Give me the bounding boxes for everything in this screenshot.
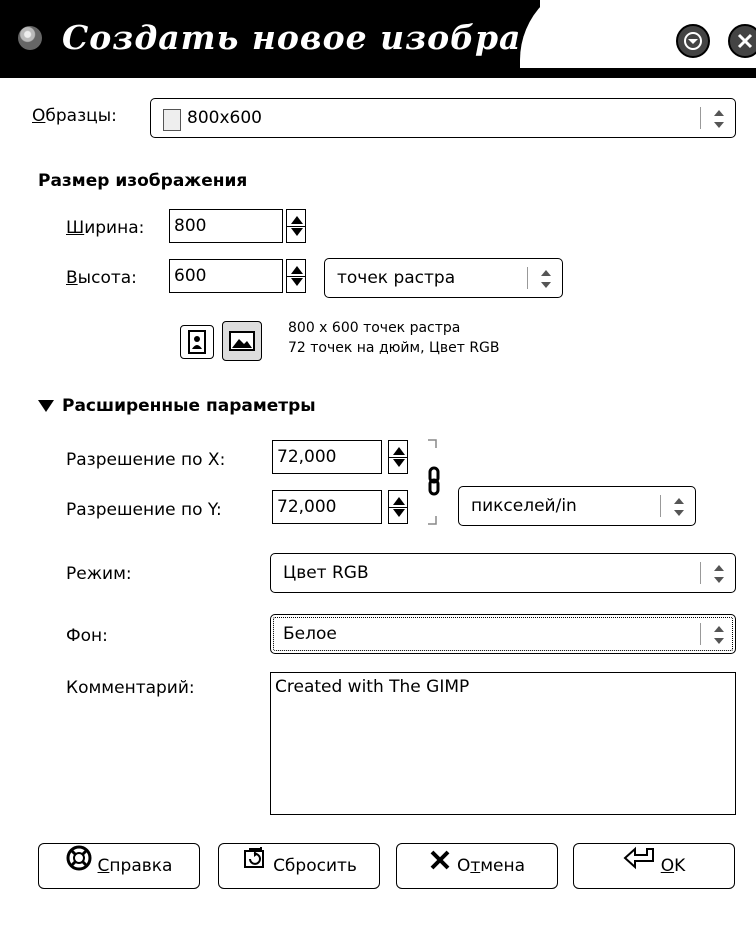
help-button[interactable]: Справка <box>38 843 200 889</box>
width-label: Ширина: <box>66 218 145 238</box>
cancel-icon <box>429 844 451 888</box>
expander-arrow-icon <box>38 400 54 412</box>
window-title: Создать новое изображение <box>62 18 660 57</box>
size-info-resolution: 72 точек на дюйм, Цвет RGB <box>288 340 500 356</box>
res-y-input[interactable]: 72,000 <box>272 490 382 524</box>
image-size-heading: Размер изображения <box>38 171 248 191</box>
height-spinner[interactable] <box>286 259 306 293</box>
comment-label: Комментарий: <box>66 678 195 698</box>
res-x-spinner[interactable] <box>388 440 408 474</box>
advanced-heading: Расширенные параметры <box>62 396 316 416</box>
title-bar[interactable]: Создать новое изображение <box>0 0 756 78</box>
res-y-spinner[interactable] <box>388 490 408 524</box>
chain-link-icon[interactable] <box>422 436 446 528</box>
advanced-expander[interactable]: Расширенные параметры <box>38 396 316 416</box>
reset-icon <box>241 844 267 888</box>
height-label: Высота: <box>66 268 137 288</box>
cancel-button[interactable]: Отмена <box>396 843 558 889</box>
size-unit-value: точек растра <box>337 268 456 288</box>
combo-arrows-icon <box>713 626 725 644</box>
combo-arrows-icon <box>713 565 725 583</box>
height-input[interactable]: 600 <box>169 259 283 293</box>
width-input[interactable]: 800 <box>169 209 283 243</box>
portrait-icon <box>188 330 206 354</box>
portrait-button[interactable] <box>180 325 214 359</box>
ok-arrow-icon <box>623 844 655 888</box>
res-unit-combo[interactable]: пикселей/in <box>458 486 696 526</box>
combo-arrows-icon <box>673 498 685 516</box>
mode-value: Цвет RGB <box>283 563 369 583</box>
res-unit-value: пикселей/in <box>471 496 577 516</box>
size-info: 800 x 600 точек растра 72 точек на дюйм,… <box>288 318 500 358</box>
shade-button[interactable] <box>676 24 710 58</box>
fill-value: Белое <box>283 624 337 644</box>
dialog-content: Образцы: 800x600 Размер изображения Шири… <box>0 78 756 933</box>
window-menu-icon[interactable] <box>18 26 42 50</box>
res-x-input[interactable]: 72,000 <box>272 440 382 474</box>
landscape-icon <box>229 331 255 351</box>
size-unit-combo[interactable]: точек растра <box>324 258 563 298</box>
res-y-label: Разрешение по Y: <box>66 500 222 520</box>
comment-textarea[interactable]: Created with The GIMP <box>270 672 736 815</box>
fill-label: Фон: <box>66 626 108 646</box>
landscape-button[interactable] <box>222 321 262 361</box>
help-lifebuoy-icon <box>66 844 92 888</box>
template-label: Образцы: <box>32 106 117 126</box>
res-x-label: Разрешение по X: <box>66 450 226 470</box>
size-info-dimensions: 800 x 600 точек растра <box>288 320 461 336</box>
image-template-icon <box>163 109 181 131</box>
template-value: 800x600 <box>187 108 262 128</box>
ok-button[interactable]: OK <box>573 843 735 889</box>
mode-label: Режим: <box>66 564 132 584</box>
fill-combo[interactable]: Белое <box>270 614 736 654</box>
width-spinner[interactable] <box>286 209 306 243</box>
close-icon <box>737 33 753 49</box>
new-image-dialog: Создать новое изображение Образцы: 800x6… <box>0 0 756 933</box>
mode-combo[interactable]: Цвет RGB <box>270 553 736 593</box>
chevron-down-icon <box>684 32 702 50</box>
combo-arrows-icon <box>713 110 725 128</box>
close-button[interactable] <box>728 24 756 58</box>
template-combo[interactable]: 800x600 <box>150 98 736 138</box>
reset-button[interactable]: Сбросить <box>218 843 380 889</box>
combo-arrows-icon <box>540 270 552 288</box>
